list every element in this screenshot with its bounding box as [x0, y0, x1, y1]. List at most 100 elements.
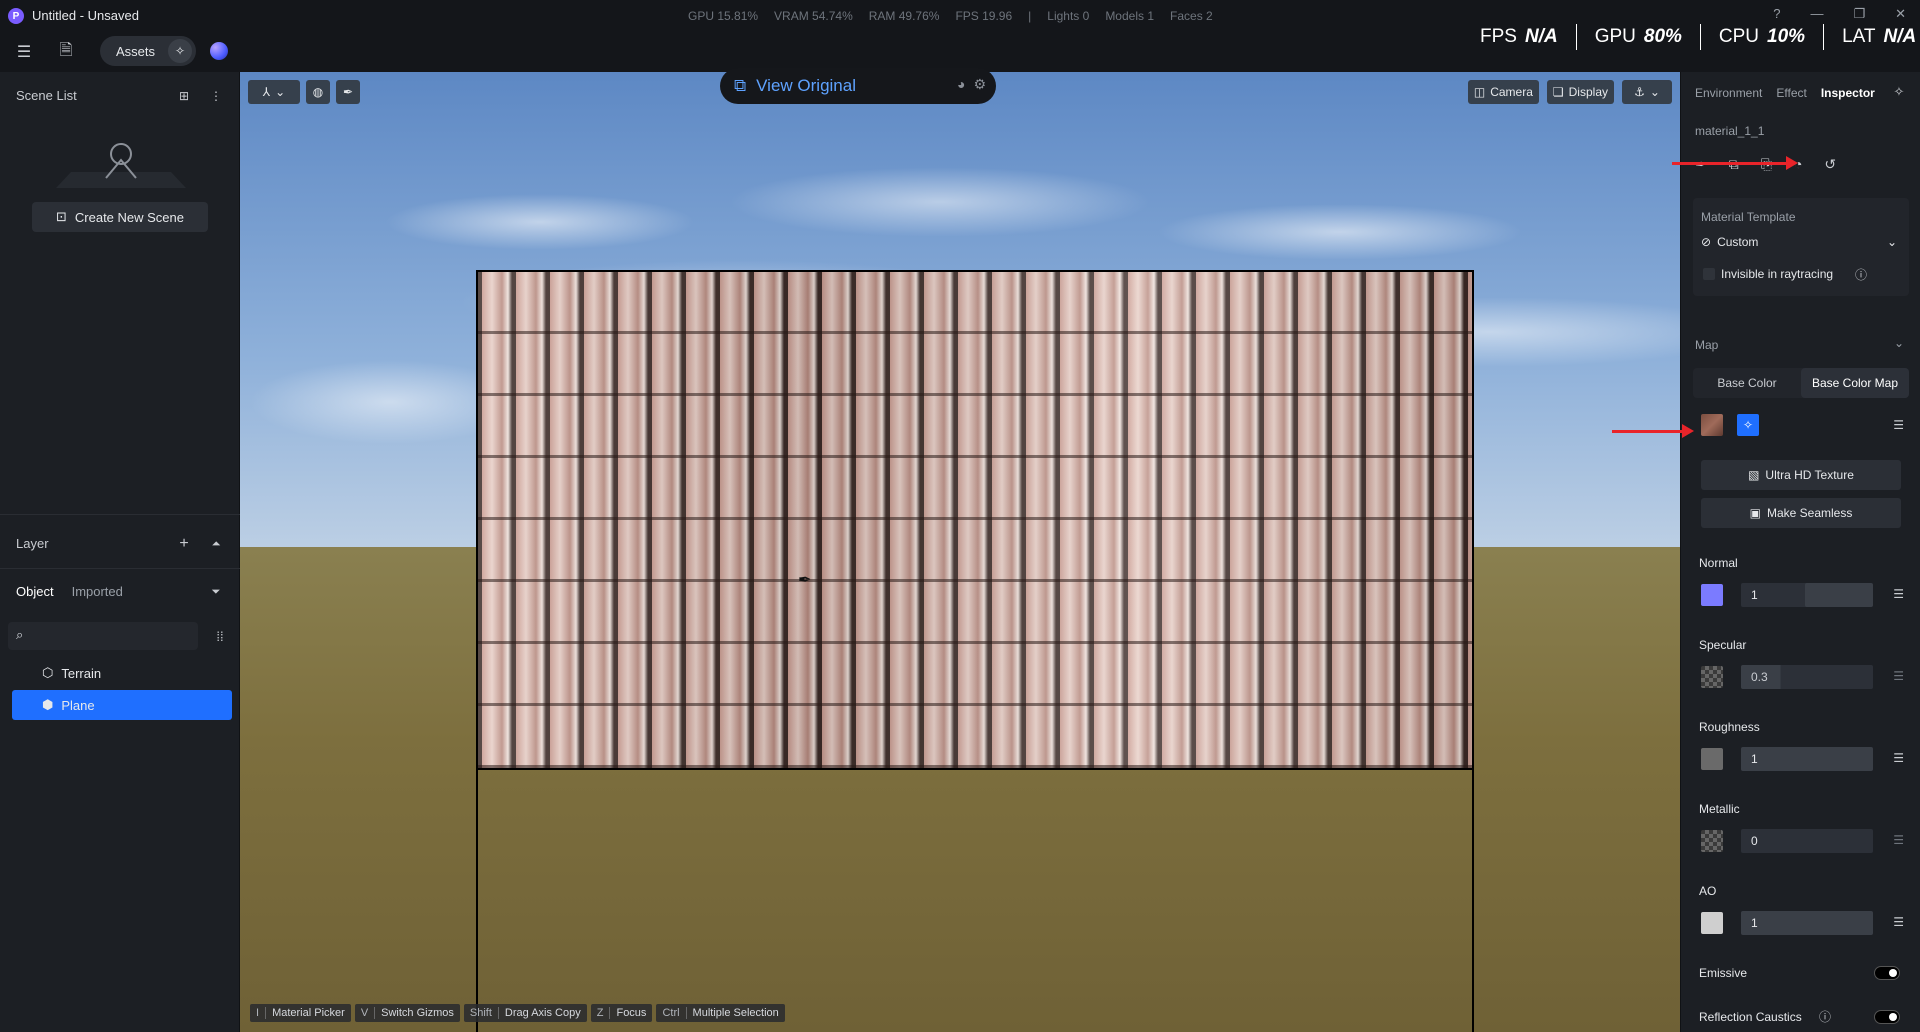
adjust-icon[interactable]: ☰: [1893, 418, 1904, 432]
assets-label: Assets: [116, 43, 156, 59]
annotation-arrow: [1612, 424, 1694, 438]
specular-swatch[interactable]: [1701, 666, 1723, 688]
tab-effect[interactable]: Effect: [1776, 86, 1806, 100]
adjust-icon[interactable]: ☰: [1893, 751, 1904, 765]
reflection-caustics-toggle[interactable]: [1874, 1010, 1900, 1024]
perf-overlay: FPS N/A GPU 80% CPU 10% LAT N/A: [1462, 24, 1920, 50]
invisible-raytracing-checkbox[interactable]: [1703, 268, 1715, 280]
inspector-panel: Environment Effect Inspector ✧ material_…: [1680, 72, 1920, 1032]
assets-button[interactable]: Assets ✧: [100, 36, 196, 66]
stat-fps: FPS 19.96: [955, 9, 1013, 23]
camera-label: Camera: [1490, 85, 1533, 99]
make-seamless-button[interactable]: ▣ Make Seamless: [1701, 498, 1901, 528]
perf-cpu: CPU 10%: [1701, 24, 1825, 50]
annotation-arrow: [1672, 156, 1798, 170]
reflection-caustics-label: Reflection Caustics: [1699, 1010, 1802, 1024]
adjust-icon[interactable]: ☰: [1893, 915, 1904, 929]
menu-icon[interactable]: ☰: [12, 40, 36, 64]
minimize-icon[interactable]: —: [1810, 6, 1823, 22]
reset-icon[interactable]: ↺: [1824, 156, 1836, 173]
search-icon: ⌕: [16, 627, 24, 642]
grid-view-icon[interactable]: ⁞⁞: [208, 624, 232, 648]
plane-outline: [476, 770, 1474, 1032]
normal-swatch[interactable]: [1701, 584, 1723, 606]
roughness-value-field[interactable]: 1: [1741, 747, 1873, 771]
more-icon[interactable]: ⋮: [204, 84, 228, 108]
tab-object[interactable]: Object: [16, 584, 54, 599]
compare-icon: ⧉: [734, 76, 747, 95]
display-button[interactable]: ❏ Display: [1546, 80, 1614, 104]
brick-plane[interactable]: [476, 270, 1474, 770]
shortcut-hints: I Material Picker V Switch Gizmos Shift Dra…: [250, 1004, 785, 1022]
emissive-toggle[interactable]: [1874, 966, 1900, 980]
collapse-icon[interactable]: ⏶: [204, 532, 228, 556]
material-template-card: Material Template ⊘ Custom ⌄ Invisible i…: [1693, 198, 1909, 296]
adjust-icon[interactable]: ☰: [1893, 587, 1904, 601]
ai-spark-icon[interactable]: ✧: [168, 39, 192, 63]
help-icon[interactable]: ⓘ: [1855, 266, 1867, 283]
file-icon[interactable]: 🗎: [54, 40, 78, 64]
metallic-swatch[interactable]: [1701, 830, 1723, 852]
metallic-value-field[interactable]: 0: [1741, 829, 1873, 853]
ai-orb-icon[interactable]: [210, 42, 228, 60]
chevron-down-icon[interactable]: ⌄: [1894, 336, 1904, 350]
metallic-label: Metallic: [1699, 802, 1740, 816]
tree-item-label: Terrain: [61, 665, 102, 681]
app-title: Untitled - Unsaved: [32, 8, 139, 23]
scene-placeholder-icon: [56, 143, 186, 188]
gear-icon[interactable]: ⚙: [973, 76, 986, 93]
create-new-scene-button[interactable]: ⊡ Create New Scene: [32, 202, 208, 232]
chevron-down-icon: ⌄: [275, 85, 286, 99]
layer-search-input[interactable]: ⌕: [8, 622, 198, 650]
ai-spark-icon[interactable]: ✧: [1887, 80, 1911, 104]
specular-value-field[interactable]: 0.3: [1741, 665, 1873, 689]
camera-button[interactable]: ◫ Camera: [1467, 80, 1539, 104]
view-original-label[interactable]: View Original: [756, 76, 856, 96]
roughness-label: Roughness: [1699, 720, 1760, 734]
create-scene-icon: ⊡: [55, 209, 67, 224]
emissive-label: Emissive: [1699, 966, 1748, 980]
template-select[interactable]: ⊘ Custom ⌄: [1701, 230, 1901, 254]
tab-inspector[interactable]: Inspector: [1821, 86, 1875, 100]
ao-value-field[interactable]: 1: [1741, 911, 1873, 935]
anchor-dropdown[interactable]: ⚓ ⌄: [1622, 80, 1672, 104]
tree-item-terrain[interactable]: ⬡ Terrain: [12, 658, 232, 688]
gizmo-dropdown[interactable]: ⅄ ⌄: [248, 80, 300, 104]
base-color-texture-swatch[interactable]: [1701, 414, 1723, 436]
specular-label: Specular: [1699, 638, 1747, 652]
globe-icon[interactable]: ◍: [306, 80, 330, 104]
make-seamless-label: Make Seamless: [1766, 506, 1853, 520]
view-original-bar[interactable]: ⧉ View Original ◕ ⚙: [720, 68, 996, 104]
help-icon[interactable]: ⓘ: [1819, 1008, 1831, 1025]
tab-environment[interactable]: Environment: [1695, 86, 1762, 100]
stat-vram: VRAM 54.74%: [774, 9, 853, 23]
add-scene-icon[interactable]: ⊞: [172, 84, 196, 108]
add-layer-icon[interactable]: +: [172, 532, 196, 556]
roughness-swatch[interactable]: [1701, 748, 1723, 770]
normal-slider[interactable]: [1805, 583, 1873, 607]
adjust-icon[interactable]: ☰: [1893, 669, 1904, 683]
terrain-icon: ⬡: [42, 665, 54, 680]
ao-swatch[interactable]: [1701, 912, 1723, 934]
palette-icon[interactable]: ◕: [957, 76, 965, 93]
adjust-icon[interactable]: ☰: [1893, 833, 1904, 847]
3d-viewport[interactable]: ✒ ⅄ ⌄ ◍ ✒ ◫ Camera ❏ Display ⚓ ⌄: [240, 72, 1680, 1032]
normal-value-field[interactable]: 1: [1741, 583, 1809, 607]
maximize-icon[interactable]: ❐: [1853, 6, 1865, 22]
close-icon[interactable]: ✕: [1895, 6, 1906, 22]
ai-texture-icon[interactable]: ✧: [1737, 414, 1759, 436]
ultra-hd-texture-button[interactable]: ▧ Ultra HD Texture: [1701, 460, 1901, 490]
stat-ram: RAM 49.76%: [868, 9, 940, 23]
chevron-down-icon: ⌄: [1886, 235, 1897, 249]
shortcut-hint: Ctrl Multiple Selection: [656, 1004, 785, 1022]
inspector-tabs: Environment Effect Inspector: [1695, 86, 1875, 100]
anchor-icon: ⚓: [1634, 85, 1645, 99]
tree-item-plane[interactable]: ⬢ Plane: [12, 690, 232, 720]
eyedropper-icon[interactable]: ✒: [336, 80, 360, 104]
filter-icon[interactable]: ⏷: [204, 580, 228, 604]
tab-imported[interactable]: Imported: [72, 584, 123, 599]
help-icon[interactable]: ?: [1773, 6, 1780, 22]
invisible-raytracing-label: Invisible in raytracing: [1721, 267, 1834, 281]
tab-base-color-map[interactable]: Base Color Map: [1801, 368, 1909, 398]
tab-base-color[interactable]: Base Color: [1693, 368, 1801, 398]
